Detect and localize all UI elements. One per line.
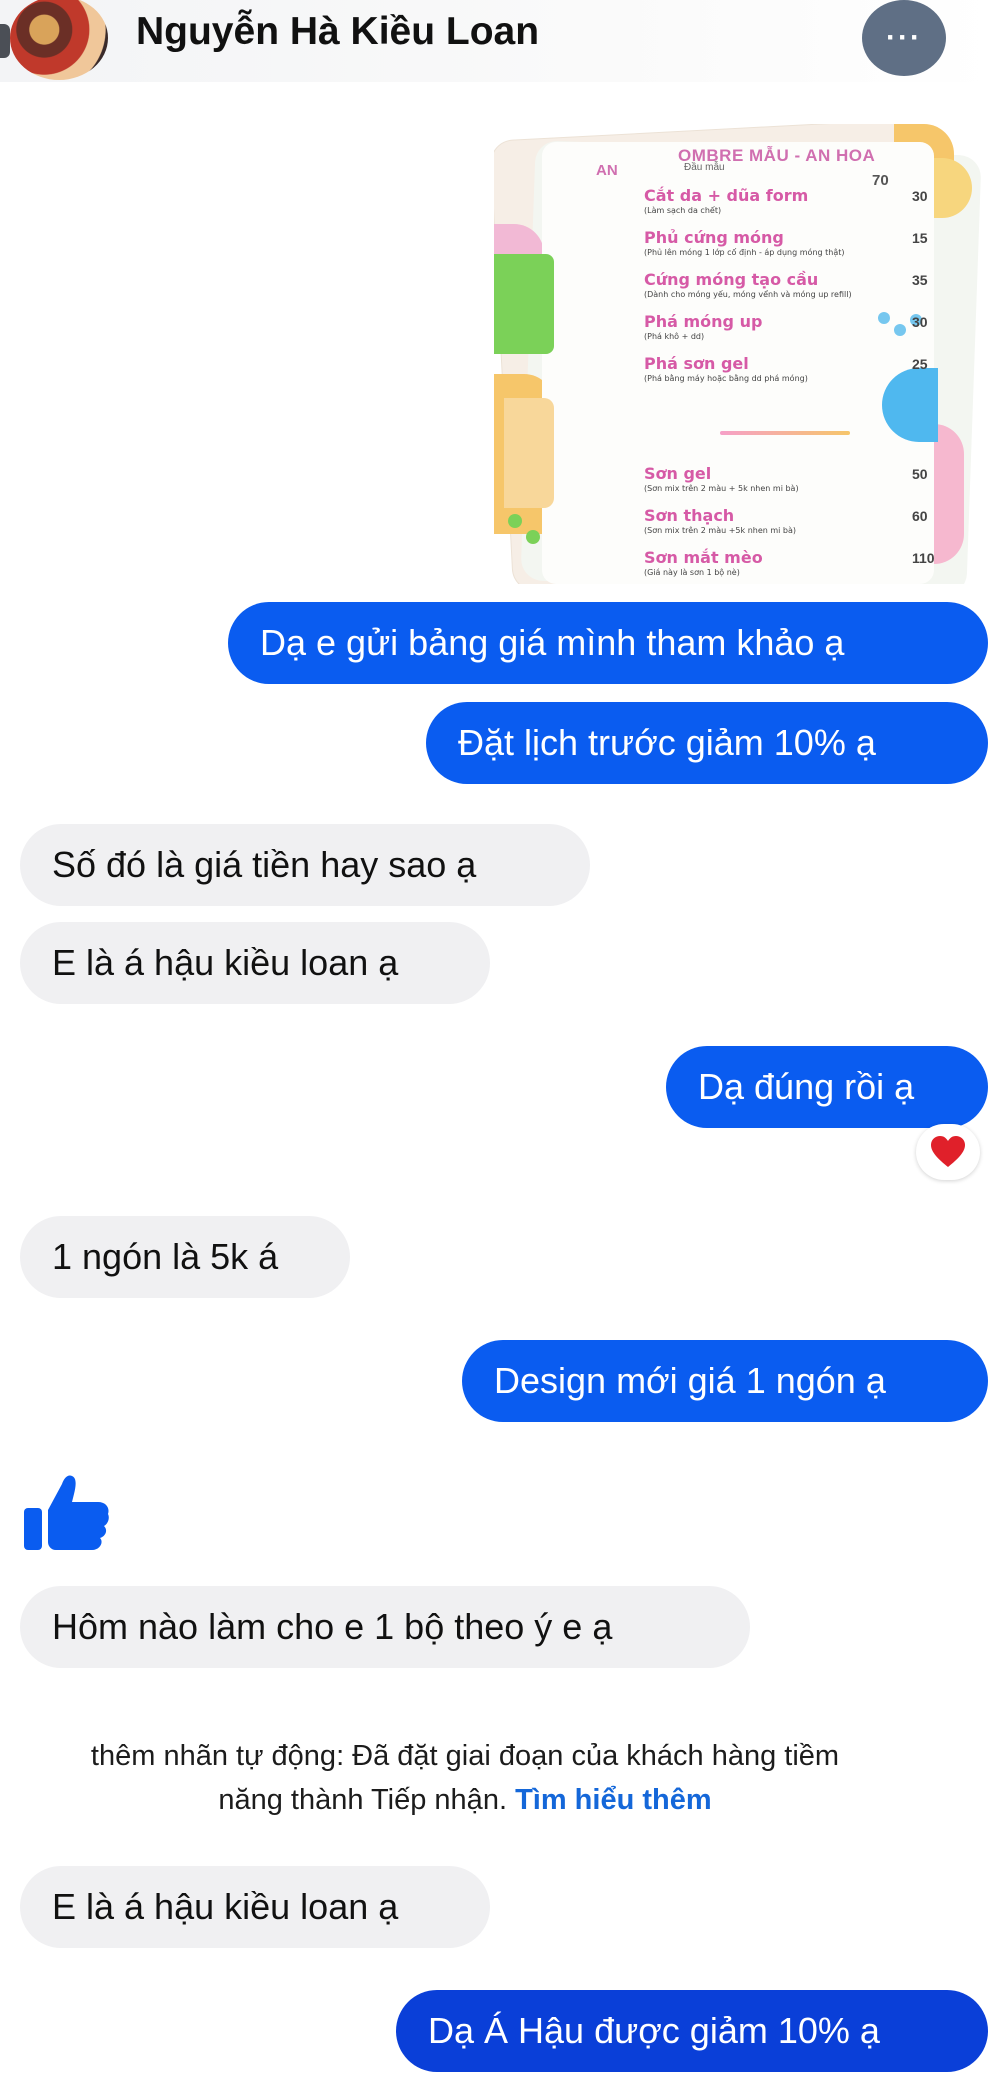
incoming-message[interactable]: Hôm nào làm cho e 1 bộ theo ý e ạ xyxy=(20,1586,750,1668)
price-item-price: 30 xyxy=(912,314,928,330)
chat-header: Nguyễn Hà Kiều Loan ··· xyxy=(0,0,1000,82)
incoming-message[interactable]: E là á hậu kiều loan ạ xyxy=(20,1866,490,1948)
price-item-price: 25 xyxy=(912,356,928,372)
system-note-line: thêm nhãn tự động: Đã đặt giai đoạn của … xyxy=(90,1740,840,1772)
price-item-name: Sơn mắt mèo xyxy=(644,548,763,567)
price-item-desc: (Giá này là sơn 1 bộ nè) xyxy=(644,568,740,577)
decor-blob xyxy=(882,368,938,442)
back-arrow-icon[interactable] xyxy=(0,24,10,58)
decor-blob xyxy=(504,398,554,508)
decor-blob xyxy=(494,254,554,354)
learn-more-link[interactable]: Tìm hiểu thêm xyxy=(515,1784,712,1816)
price-item-desc: (Sơn mix trên 2 màu +5k nhen mi bà) xyxy=(644,526,797,535)
more-options-button[interactable]: ··· xyxy=(862,0,946,76)
system-note-text: năng thành Tiếp nhận. xyxy=(218,1784,507,1816)
price-item-price: 50 xyxy=(912,466,928,482)
outgoing-message[interactable]: Dạ đúng rồi ạ xyxy=(666,1046,988,1128)
outgoing-message[interactable]: Đặt lịch trước giảm 10% ạ xyxy=(426,702,988,784)
incoming-message[interactable]: Số đó là giá tiền hay sao ạ xyxy=(20,824,590,906)
price-item-name: Sơn gel xyxy=(644,464,712,483)
price-item-desc: (Sơn mix trên 2 màu + 5k nhen mi bà) xyxy=(644,484,799,493)
chat-screen: Nguyễn Hà Kiều Loan ··· AN OMBRE MẪU - A… xyxy=(0,0,1000,2079)
decor-dot xyxy=(894,324,906,336)
system-note-line2: năng thành Tiếp nhận. Tìm hiểu thêm xyxy=(0,1778,930,1822)
price-item-desc: (Dành cho móng yếu, móng vểnh và móng up… xyxy=(644,290,852,299)
decor-dot xyxy=(878,312,890,324)
price-item-desc: (Phá khô + dd) xyxy=(644,332,705,341)
outgoing-message[interactable]: Dạ e gửi bảng giá mình tham khảo ạ xyxy=(228,602,988,684)
thumbs-up-icon[interactable] xyxy=(22,1466,112,1556)
more-horizontal-icon: ··· xyxy=(886,21,922,54)
incoming-message[interactable]: 1 ngón là 5k á xyxy=(20,1216,350,1298)
price-item-desc: (Phá bằng máy hoặc bằng dd phá móng) xyxy=(644,374,808,383)
price-item-name: Cứng móng tạo cầu xyxy=(644,270,819,289)
heart-icon xyxy=(931,1136,965,1167)
price-item-price: 60 xyxy=(912,508,928,524)
price-item-desc: (Phủ lên móng 1 lớp cố định - áp dụng mó… xyxy=(644,248,845,257)
price-item-price: 30 xyxy=(912,188,928,204)
price-item-price: 35 xyxy=(912,272,928,288)
avatar[interactable] xyxy=(10,0,108,80)
price-item-price: 15 xyxy=(912,230,928,246)
incoming-message[interactable]: E là á hậu kiều loan ạ xyxy=(20,922,490,1004)
price-item-name: Cắt da + dũa form xyxy=(644,186,809,205)
price-item-name: Sơn thạch xyxy=(644,506,735,525)
price-list-image[interactable]: AN OMBRE MẪU - AN HOA Đầu mẫu 70 Cắt da … xyxy=(494,124,982,584)
contact-name[interactable]: Nguyễn Hà Kiều Loan xyxy=(136,10,539,54)
price-item-name: Phá móng up xyxy=(644,312,763,331)
price-item-name: Phá sơn gel xyxy=(644,354,749,373)
outgoing-message[interactable]: Dạ Á Hậu được giảm 10% ạ xyxy=(396,1990,988,2072)
price-list-divider xyxy=(720,431,850,435)
decor-dot xyxy=(508,514,522,528)
price-item-desc: (Làm sạch da chết) xyxy=(644,206,722,215)
message-reaction[interactable] xyxy=(916,1124,980,1180)
price-list-subtitle: Đầu mẫu xyxy=(684,162,725,173)
price-list-fragment: AN xyxy=(596,162,618,179)
system-note: thêm nhãn tự động: Đã đặt giai đoạn của … xyxy=(0,1734,930,1822)
decor-dot xyxy=(526,530,540,544)
price-list-sheet: AN OMBRE MẪU - AN HOA Đầu mẫu 70 Cắt da … xyxy=(494,142,938,584)
outgoing-message[interactable]: Design mới giá 1 ngón ạ xyxy=(462,1340,988,1422)
price-list-price: 70 xyxy=(872,172,889,189)
price-item-name: Phủ cứng móng xyxy=(644,228,784,247)
price-item-price: 110 xyxy=(912,550,935,566)
